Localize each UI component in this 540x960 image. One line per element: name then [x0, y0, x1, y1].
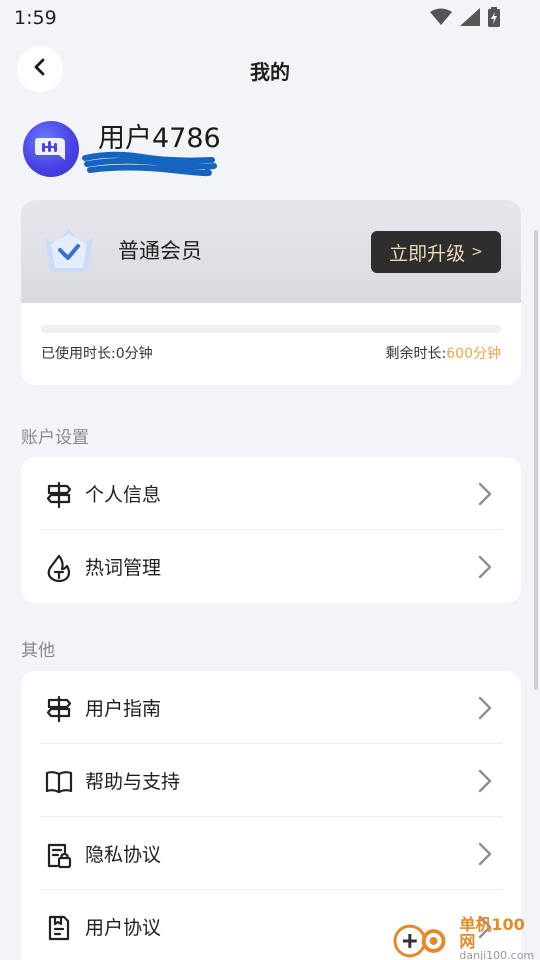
membership-card: 普通会员 立即升级 > 已使用时长:0分钟 剩余时长:600分钟 — [21, 200, 521, 385]
watermark: 单机100网 danji100.com — [392, 916, 540, 960]
watermark-logo-icon — [393, 924, 446, 958]
watermark-text: 单机100网 danji100.com — [459, 916, 540, 960]
remaining-time-label: 剩余时长: — [385, 346, 447, 362]
crown-icon — [41, 224, 97, 280]
chevron-right-icon — [477, 554, 493, 584]
chevron-right-icon — [477, 768, 493, 798]
remaining-time-value: 600分钟 — [446, 346, 501, 362]
document-icon — [45, 914, 73, 942]
chevron-right-icon — [477, 841, 493, 871]
signpost-icon — [45, 695, 73, 723]
screen: 1:59 我的 用户4786 普通会员 立即升级 > 已使用时长:0分钟 剩余时… — [0, 0, 540, 960]
list-item-help-support[interactable]: 帮助与支持 — [21, 744, 521, 817]
battery-icon — [488, 7, 500, 31]
section-label-account: 账户设置 — [21, 428, 89, 448]
avatar[interactable] — [23, 121, 79, 177]
account-settings-list: 个人信息 热词管理 — [21, 457, 521, 603]
list-item-label: 热词管理 — [85, 557, 162, 579]
wifi-icon — [430, 8, 452, 30]
book-icon — [45, 768, 73, 796]
signpost-icon — [45, 481, 73, 509]
remaining-time: 剩余时长:600分钟 — [386, 343, 501, 363]
upgrade-arrow-icon: > — [471, 244, 483, 260]
signal-icon — [460, 8, 480, 30]
used-time-label: 已使用时长: — [41, 346, 116, 362]
watermark-sub-text: danji100.com — [459, 949, 535, 960]
watermark-main-text: 单机100网 — [459, 915, 525, 951]
membership-level: 普通会员 — [118, 239, 202, 263]
app-logo-icon — [35, 138, 65, 160]
usage-progress-bar — [41, 325, 501, 333]
upgrade-button-label: 立即升级 — [389, 242, 466, 265]
list-item-label: 个人信息 — [85, 484, 162, 506]
list-item-label: 帮助与支持 — [85, 771, 181, 793]
lock-document-icon — [45, 841, 73, 869]
status-time: 1:59 — [14, 7, 57, 29]
redaction-scribble — [82, 151, 217, 177]
list-item-label: 用户协议 — [85, 917, 162, 939]
used-time-value: 0分钟 — [115, 346, 153, 362]
chevron-right-icon — [477, 695, 493, 725]
status-bar: 1:59 — [0, 0, 540, 38]
list-item-label: 隐私协议 — [85, 844, 162, 866]
status-icons — [430, 7, 500, 31]
fire-icon — [45, 554, 73, 583]
used-time: 已使用时长:0分钟 — [41, 343, 153, 363]
membership-header: 普通会员 立即升级 > — [21, 200, 521, 303]
list-item-label: 用户指南 — [85, 698, 162, 720]
list-item-hotword-management[interactable]: 热词管理 — [21, 530, 521, 603]
upgrade-button[interactable]: 立即升级 > — [371, 231, 501, 273]
list-item-user-guide[interactable]: 用户指南 — [21, 671, 521, 744]
scrollbar[interactable] — [534, 230, 538, 690]
list-item-privacy-policy[interactable]: 隐私协议 — [21, 817, 521, 890]
chevron-right-icon — [477, 481, 493, 511]
list-item-personal-info[interactable]: 个人信息 — [21, 457, 521, 530]
page-title: 我的 — [250, 60, 290, 84]
section-label-other: 其他 — [21, 641, 55, 661]
